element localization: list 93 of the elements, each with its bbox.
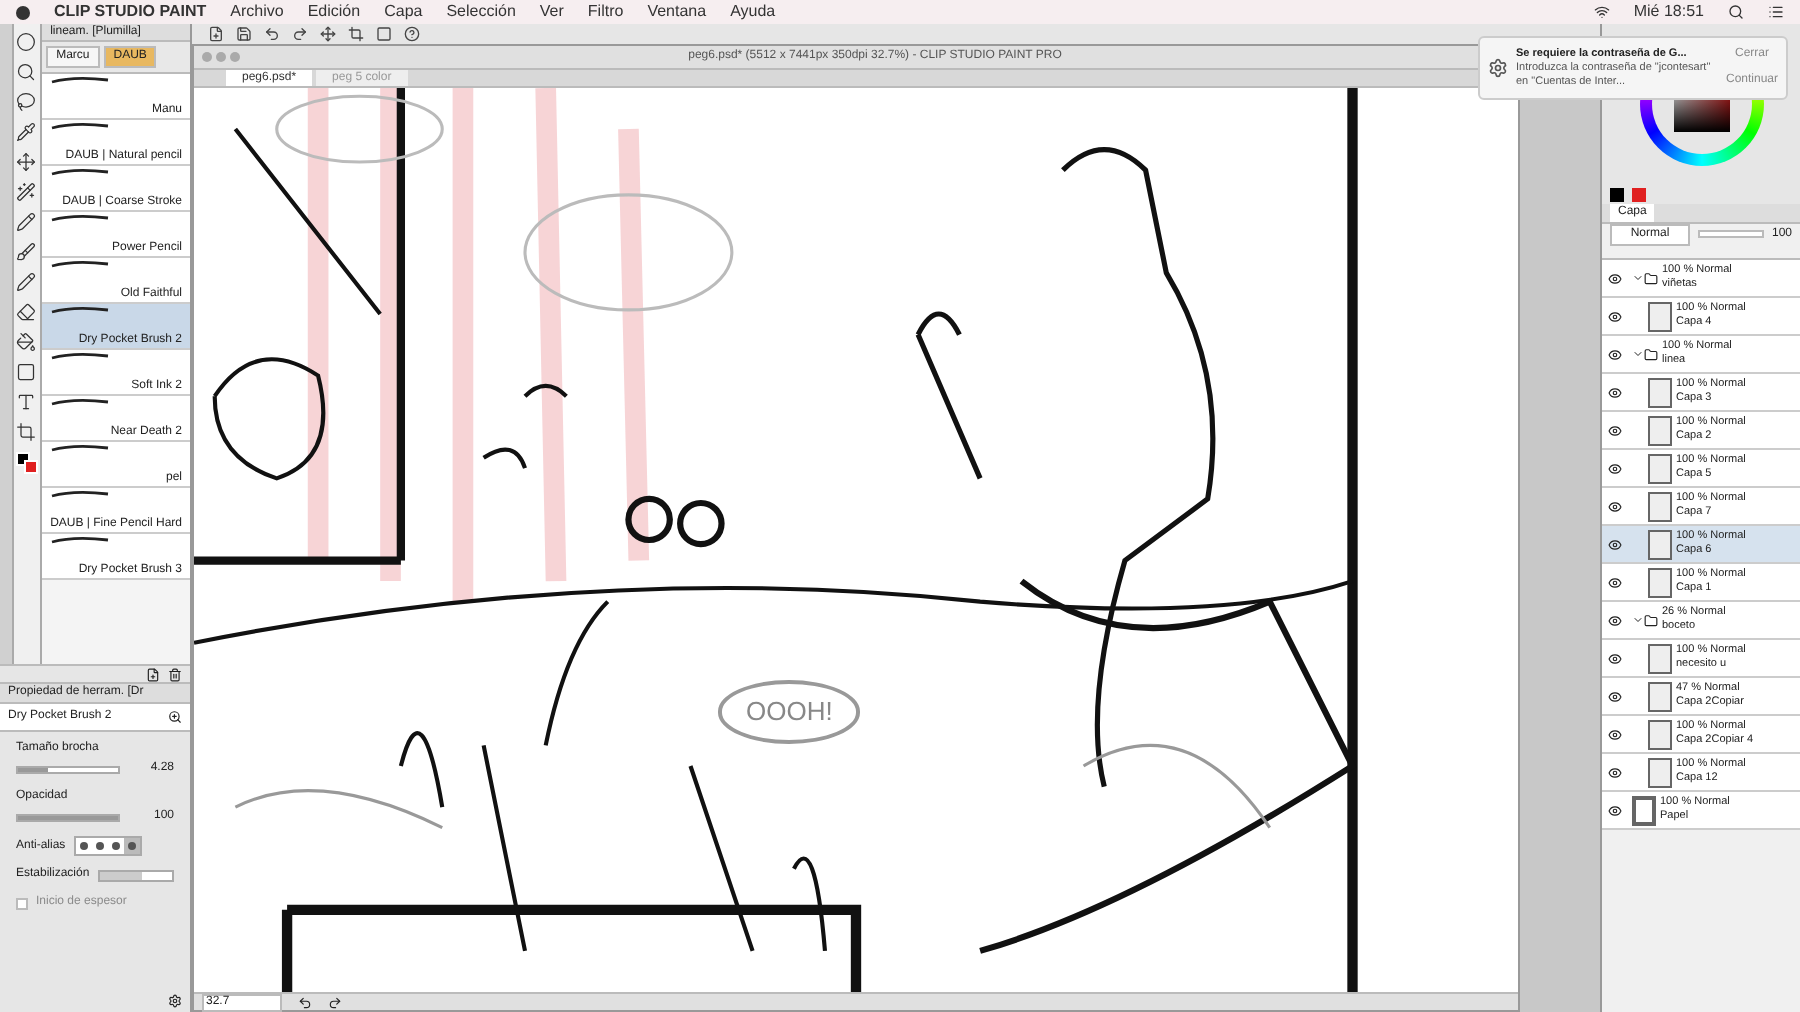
caret-icon[interactable]	[1632, 272, 1644, 284]
text-icon[interactable]	[16, 392, 37, 412]
eye-icon[interactable]	[1608, 803, 1622, 817]
square-icon[interactable]	[376, 26, 392, 42]
wifi-icon	[1593, 4, 1610, 20]
eye-icon[interactable]	[1608, 765, 1622, 779]
antialias-option[interactable]	[75, 838, 92, 854]
ellipse-icon[interactable]	[16, 32, 37, 52]
eye-icon[interactable]	[1608, 499, 1622, 513]
eye-icon[interactable]	[1608, 651, 1622, 665]
menu-item[interactable]: Archivo	[230, 0, 284, 24]
eyedropper-icon[interactable]	[16, 122, 37, 142]
rotate-icon[interactable]	[328, 995, 342, 1009]
layer-thumbnail	[1632, 795, 1656, 825]
save-icon[interactable]	[236, 26, 252, 42]
folder-icon	[1644, 347, 1658, 361]
brush-stroke-icon	[50, 166, 111, 178]
layer-thumbnail	[1648, 377, 1672, 407]
eraser-icon[interactable]	[16, 302, 37, 322]
layer-thumbnail	[1648, 681, 1672, 711]
menu-item[interactable]: Ventana	[647, 0, 707, 24]
menu-item[interactable]: Selección	[446, 0, 516, 24]
settings-icon[interactable]	[168, 994, 182, 1008]
color-swatch[interactable]	[15, 452, 38, 474]
crop-icon[interactable]	[348, 26, 364, 42]
eye-icon[interactable]	[1608, 613, 1622, 627]
folder-icon	[1644, 613, 1658, 627]
sub-color-swatch[interactable]	[1632, 187, 1646, 201]
layer-thumbnail	[1648, 415, 1672, 445]
clock: Mié 18:51	[1633, 0, 1704, 24]
brush-stroke-icon	[50, 120, 111, 132]
layer-thumbnail	[1648, 301, 1672, 331]
move-icon[interactable]	[320, 26, 336, 42]
new-icon[interactable]	[146, 667, 160, 681]
caret-icon[interactable]	[1632, 614, 1644, 626]
help-icon[interactable]	[404, 26, 420, 42]
zoom-icon[interactable]	[168, 710, 182, 724]
move-icon[interactable]	[16, 152, 37, 172]
wand-icon[interactable]	[16, 182, 37, 202]
pen-icon[interactable]	[16, 212, 37, 232]
zoom-icon[interactable]	[16, 62, 37, 82]
brush-stroke-icon	[50, 350, 111, 362]
menu-item[interactable]: Edición	[307, 0, 361, 24]
layer-thumbnail	[1648, 567, 1672, 597]
brush-stroke-icon	[50, 488, 111, 500]
layer-thumbnail	[1648, 757, 1672, 787]
undo-icon[interactable]	[264, 26, 280, 42]
redo-icon[interactable]	[292, 26, 308, 42]
menu-item[interactable]: Ver	[539, 0, 564, 24]
eye-icon[interactable]	[1608, 347, 1622, 361]
menu-icon[interactable]	[1768, 4, 1784, 20]
main-color-swatch[interactable]	[1610, 187, 1624, 201]
eye-icon[interactable]	[1608, 689, 1622, 703]
eye-icon[interactable]	[1608, 423, 1622, 437]
layer-thumbnail	[1648, 643, 1672, 673]
caret-icon[interactable]	[1632, 348, 1644, 360]
eye-icon[interactable]	[1608, 271, 1622, 285]
eye-icon[interactable]	[1608, 575, 1622, 589]
layer-thumbnail	[1648, 529, 1672, 559]
brush-stroke-icon	[50, 212, 111, 224]
eye-icon[interactable]	[1608, 537, 1622, 551]
pencil-icon[interactable]	[16, 272, 37, 292]
brush-stroke-icon	[50, 396, 111, 408]
layer-thumbnail	[1648, 491, 1672, 521]
new-icon[interactable]	[208, 26, 224, 42]
eye-icon[interactable]	[1608, 385, 1622, 399]
brush-icon[interactable]	[16, 242, 37, 262]
menu-item[interactable]: Ayuda	[730, 0, 776, 24]
eye-icon[interactable]	[1608, 727, 1622, 741]
slider[interactable]	[16, 765, 120, 773]
rotate-icon[interactable]	[298, 995, 312, 1009]
lasso-icon[interactable]	[16, 92, 37, 112]
menu-item[interactable]: Filtro	[587, 0, 624, 24]
speech-bubble: OOOH!	[718, 680, 861, 743]
crop-icon[interactable]	[16, 422, 37, 442]
folder-icon	[1644, 271, 1658, 285]
eye-icon[interactable]	[1608, 309, 1622, 323]
brush-stroke-icon	[50, 304, 111, 316]
brush-stroke-icon	[50, 534, 111, 546]
layer-thumbnail	[1648, 453, 1672, 483]
gear-icon	[1488, 58, 1508, 78]
brush-stroke-icon	[50, 74, 111, 86]
layer-thumbnail	[1648, 719, 1672, 749]
menu-item[interactable]: Capa	[384, 0, 423, 24]
brush-stroke-icon	[50, 442, 111, 454]
bucket-icon[interactable]	[16, 332, 37, 352]
search-icon[interactable]	[1728, 4, 1744, 20]
app-name: CLIP STUDIO PAINT	[54, 0, 207, 24]
eye-icon[interactable]	[1608, 461, 1622, 475]
slider[interactable]	[16, 813, 120, 821]
slider[interactable]	[97, 869, 174, 881]
brush-stroke-icon	[50, 258, 111, 270]
trash-icon[interactable]	[168, 667, 182, 681]
